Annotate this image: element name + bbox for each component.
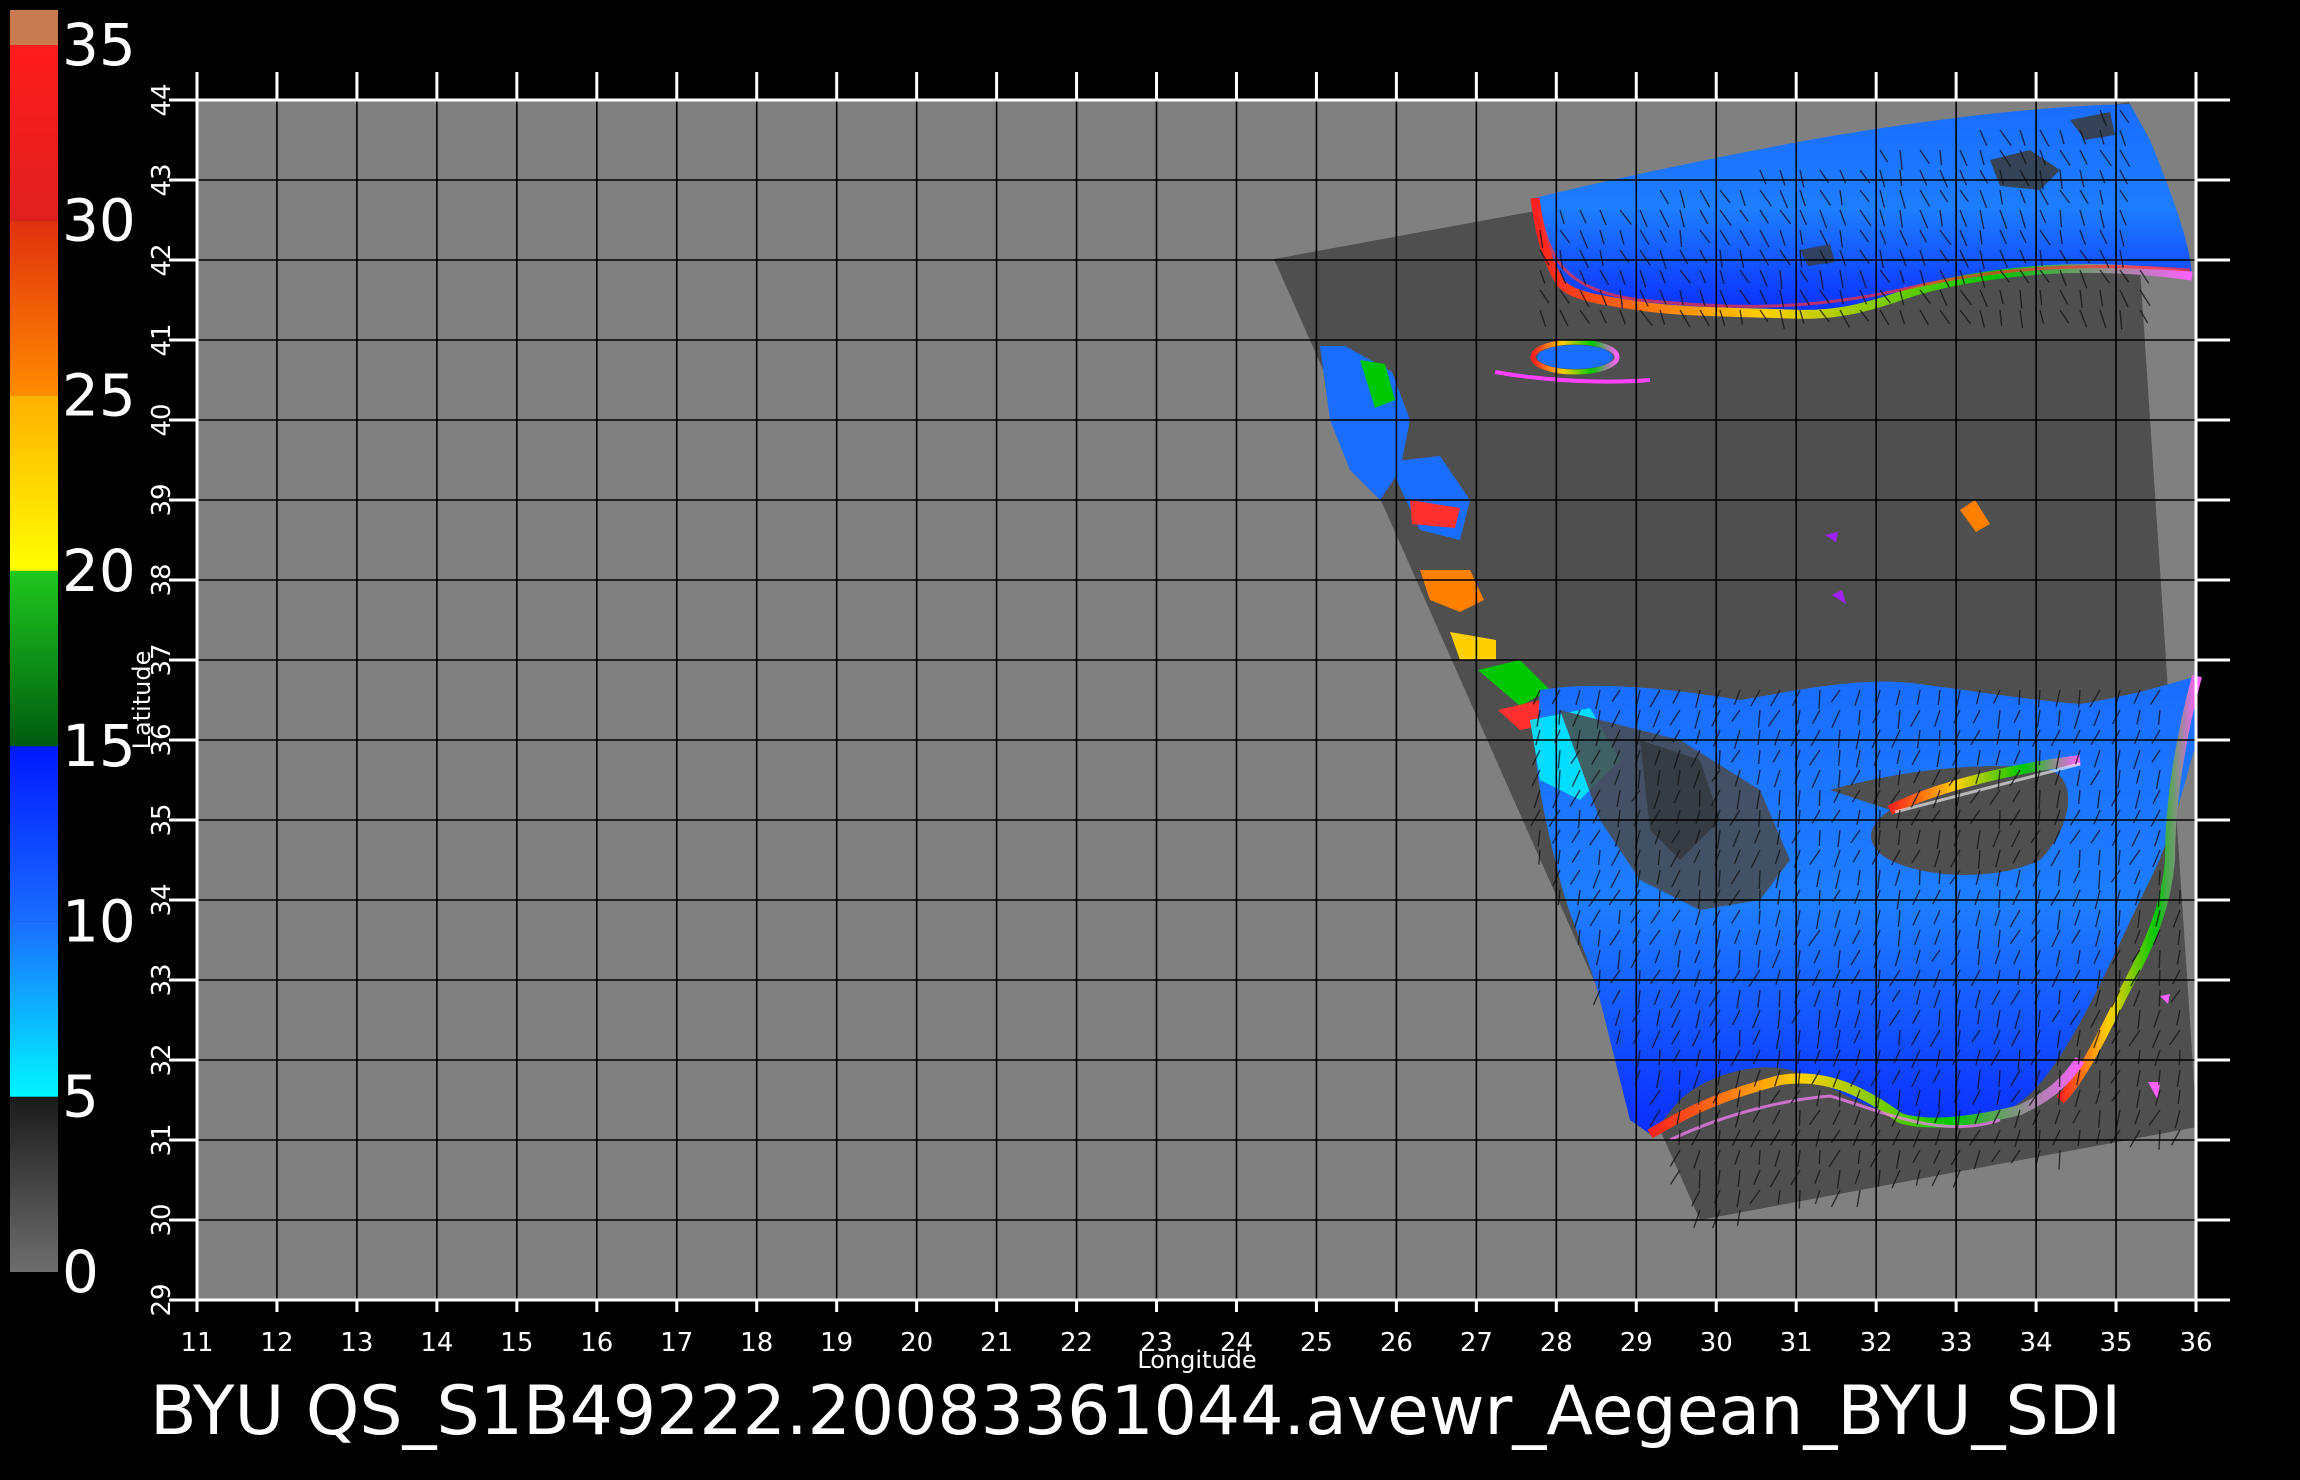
longitude-tick-label: 21 xyxy=(980,1328,1013,1358)
wind-barb xyxy=(1878,769,1881,788)
colorbar-segment xyxy=(10,220,58,396)
longitude-tick-label: 28 xyxy=(1540,1328,1573,1358)
longitude-tick-label: 22 xyxy=(1060,1328,1093,1358)
wind-barb xyxy=(1798,1109,1801,1126)
wind-barb xyxy=(1698,1109,1701,1128)
colorbar-label: 0 xyxy=(62,1238,99,1306)
latitude-tick-label: 42 xyxy=(147,243,177,276)
wind-barb xyxy=(1698,1169,1701,1189)
wind-barb xyxy=(1758,909,1761,925)
wind-barb xyxy=(1678,1089,1681,1105)
wind-barb xyxy=(2038,789,2041,810)
latitude-tick-label: 41 xyxy=(147,323,177,356)
longitude-tick-label: 36 xyxy=(2179,1328,2212,1358)
longitude-tick-label: 16 xyxy=(580,1328,613,1358)
colorbar-label: 20 xyxy=(62,537,136,605)
wind-barb xyxy=(1818,889,1821,906)
wind-barb xyxy=(2158,989,2161,1007)
latitude-tick-label: 44 xyxy=(147,83,177,116)
wind-barb xyxy=(2098,1069,2101,1089)
latitude-tick-label: 32 xyxy=(147,1043,177,1076)
longitude-tick-label: 13 xyxy=(340,1328,373,1358)
longitude-tick-label: 27 xyxy=(1460,1328,1493,1358)
colorbar-segment xyxy=(10,746,58,922)
colorbar-segment xyxy=(10,45,58,221)
wind-barb xyxy=(2178,1049,2181,1066)
wind-barb xyxy=(1758,1149,1761,1165)
wind-barb xyxy=(1698,789,1701,808)
longitude-tick-label: 34 xyxy=(2020,1328,2053,1358)
wind-barb xyxy=(1678,1069,1681,1085)
longitude-tick-label: 19 xyxy=(820,1328,853,1358)
colorbar-segment xyxy=(10,395,58,571)
colorbar-segment xyxy=(10,1096,58,1272)
longitude-tick-label: 20 xyxy=(900,1328,933,1358)
latitude-tick-label: 29 xyxy=(147,1283,177,1316)
longitude-tick-label: 29 xyxy=(1620,1328,1653,1358)
colorbar-label: 10 xyxy=(62,887,136,955)
latitude-tick-label: 30 xyxy=(147,1203,177,1236)
longitude-tick-label: 30 xyxy=(1700,1328,1733,1358)
longitude-tick-label: 14 xyxy=(420,1328,453,1358)
wind-barb xyxy=(1658,889,1661,907)
wind-barb xyxy=(1658,1049,1661,1066)
colorbar-label: 15 xyxy=(62,712,136,780)
latitude-tick-label: 43 xyxy=(147,163,177,196)
wind-barb xyxy=(2118,969,2121,987)
wind-barb xyxy=(1678,1129,1681,1146)
longitude-axis-title: Longitude xyxy=(1137,1346,1256,1374)
wind-barb xyxy=(2058,1149,2061,1170)
longitude-tick-label: 25 xyxy=(1300,1328,1333,1358)
wind-barb xyxy=(1938,729,1941,747)
longitude-tick-label: 15 xyxy=(500,1328,533,1358)
longitude-tick-label: 12 xyxy=(260,1328,293,1358)
wind-barb xyxy=(1778,989,1781,1008)
longitude-tick-label: 11 xyxy=(180,1328,213,1358)
longitude-tick-label: 33 xyxy=(1940,1328,1973,1358)
colorbar-label: 35 xyxy=(62,11,136,79)
wind-barb xyxy=(1818,789,1821,807)
longitude-tick-label: 26 xyxy=(1380,1328,1413,1358)
colorbar-label: 25 xyxy=(62,362,136,430)
wind-barb xyxy=(1878,809,1881,829)
wind-barb xyxy=(1918,869,1921,886)
latitude-tick-label: 35 xyxy=(147,803,177,836)
wind-barb xyxy=(1798,1189,1801,1209)
latitude-tick-label: 40 xyxy=(147,403,177,436)
wind-barb xyxy=(1818,829,1821,847)
latitude-tick-label: 38 xyxy=(147,563,177,596)
latitude-tick-label: 39 xyxy=(147,483,177,516)
colorbar-label: 5 xyxy=(62,1063,99,1131)
longitude-tick-label: 17 xyxy=(660,1328,693,1358)
longitude-tick-label: 32 xyxy=(1860,1328,1893,1358)
latitude-tick-label: 34 xyxy=(147,883,177,916)
wind-barb xyxy=(2158,869,2161,886)
colorbar: 0 5 10 15 20 25 30 35 xyxy=(10,9,136,1306)
colorbar-segment xyxy=(10,921,58,1097)
wind-barb xyxy=(1758,869,1761,889)
wind-barb xyxy=(1938,869,1941,885)
wind-barb xyxy=(1758,1089,1761,1109)
wind-barb xyxy=(1638,969,1641,985)
wind-barb xyxy=(1838,1089,1841,1107)
wind-barb xyxy=(2158,969,2161,986)
wind-barb xyxy=(1718,749,1721,770)
wind-map-figure: 0 5 10 15 20 25 30 35 11 12 13 14 15 16 17 18 1… xyxy=(10,9,2230,1451)
wind-barb xyxy=(1818,1149,1821,1165)
latitude-axis-title: Latitude xyxy=(128,651,156,750)
product-caption: BYU QS_S1B49222.20083361044.avewr_Aegean… xyxy=(150,1372,2121,1451)
longitude-tick-label: 35 xyxy=(2099,1328,2132,1358)
latitude-tick-label: 33 xyxy=(147,963,177,996)
wind-barb xyxy=(2078,849,2081,868)
colorbar-label: 30 xyxy=(62,186,136,254)
wind-barb xyxy=(2038,749,2041,766)
wind-barb xyxy=(2178,889,2181,905)
colorbar-segment xyxy=(10,570,58,747)
longitude-tick-label: 31 xyxy=(1780,1328,1813,1358)
latitude-tick-label: 31 xyxy=(147,1123,177,1156)
wind-barb xyxy=(2158,949,2161,969)
colorbar-segment xyxy=(10,9,58,46)
longitude-tick-label: 18 xyxy=(740,1328,773,1358)
wind-barb xyxy=(2058,1069,2061,1088)
